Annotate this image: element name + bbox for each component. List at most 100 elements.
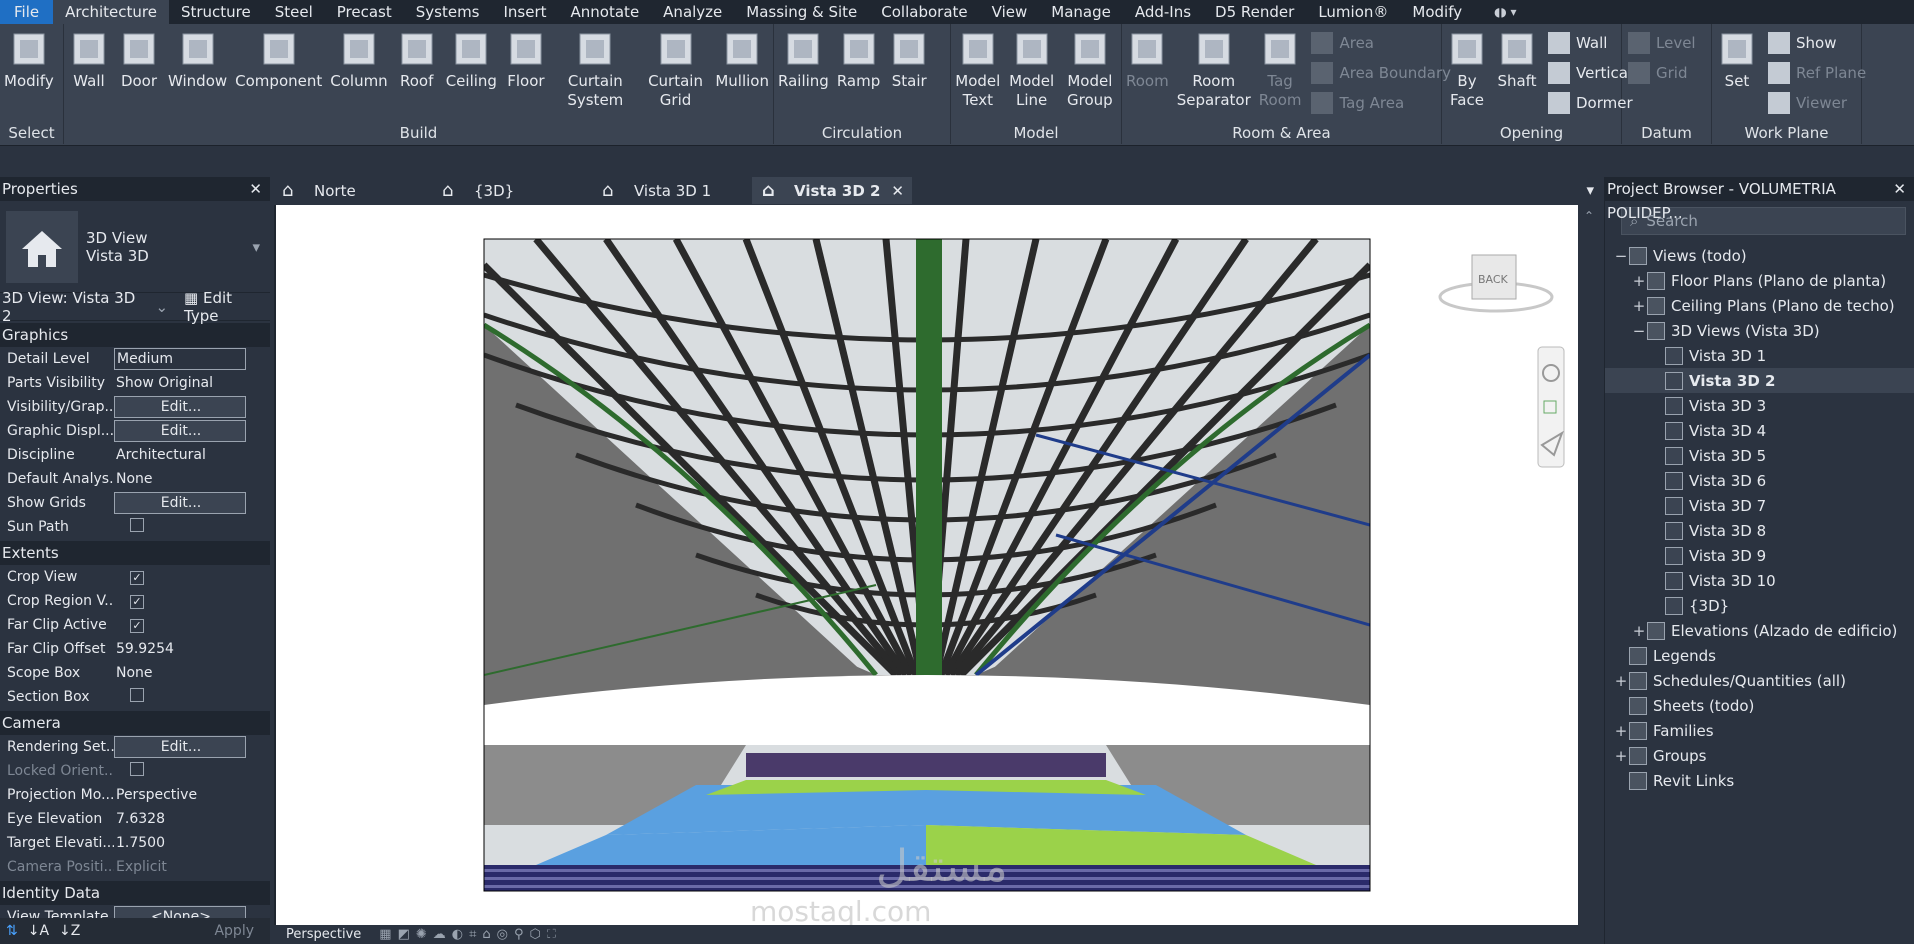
tool-component[interactable]: Component — [231, 28, 326, 110]
menu-tab-structure[interactable]: Structure — [169, 0, 263, 24]
drawing-canvas[interactable]: مستقل mostaql.com BACK — [274, 205, 1578, 928]
property-value[interactable]: Medium — [114, 348, 246, 370]
tree-item-floor-plans-plano-de-planta[interactable]: + Floor Plans (Plano de planta) — [1605, 268, 1914, 293]
tool-dormer[interactable]: Dormer — [1548, 88, 1633, 118]
expand-toggle-icon[interactable]: + — [1631, 272, 1647, 290]
tool-modify[interactable]: Modify — [0, 28, 58, 91]
close-icon[interactable]: ✕ — [249, 177, 262, 201]
tool-floor[interactable]: Floor — [501, 28, 551, 110]
tool-vertical[interactable]: Vertical — [1548, 58, 1633, 88]
expand-toggle-icon[interactable]: + — [1613, 722, 1629, 740]
search-input[interactable]: ⌕ Search — [1621, 207, 1906, 235]
menu-tab-steel[interactable]: Steel — [263, 0, 325, 24]
menu-tab-collaborate[interactable]: Collaborate — [869, 0, 979, 24]
section-graphics[interactable]: Graphics — [0, 323, 270, 347]
view-tab-vista-3d-2[interactable]: ⌂ Vista 3D 2 ✕ — [752, 177, 912, 204]
property-checkbox[interactable]: ✓ — [130, 571, 144, 585]
tool-roof[interactable]: Roof — [392, 28, 442, 110]
tree-item-families[interactable]: + Families — [1605, 718, 1914, 743]
tool-level[interactable]: Level — [1628, 28, 1696, 58]
tool-ceiling[interactable]: Ceiling — [442, 28, 501, 110]
tree-item-vista-3d-8[interactable]: Vista 3D 8 — [1605, 518, 1914, 543]
tool-ref-plane[interactable]: Ref Plane — [1768, 58, 1866, 88]
menu-tab-precast[interactable]: Precast — [325, 0, 404, 24]
menu-tab-annotate[interactable]: Annotate — [559, 0, 652, 24]
tree-item-vista-3d-10[interactable]: Vista 3D 10 — [1605, 568, 1914, 593]
tree-item-revit-links[interactable]: Revit Links — [1605, 768, 1914, 793]
tool-door[interactable]: Door — [114, 28, 164, 110]
tree-item-sheets-todo[interactable]: Sheets (todo) — [1605, 693, 1914, 718]
tool-show[interactable]: Show — [1768, 28, 1866, 58]
tool-ramp[interactable]: Ramp — [833, 28, 884, 91]
tool-window[interactable]: Window — [164, 28, 231, 110]
menu-tab-systems[interactable]: Systems — [404, 0, 492, 24]
tool-mullion[interactable]: Mullion — [711, 28, 773, 110]
property-checkbox[interactable]: ✓ — [130, 619, 144, 633]
view-controls-icons[interactable]: ▦◩✺☁◐⌗⌂◎⚲⬡⛶ — [379, 927, 562, 942]
chevron-down-icon[interactable]: ⌄ — [155, 298, 168, 316]
tool-curtain-system[interactable]: Curtain System — [551, 28, 640, 110]
tree-item-ceiling-plans-plano-de-techo[interactable]: + Ceiling Plans (Plano de techo) — [1605, 293, 1914, 318]
property-edit-button[interactable]: Edit... — [114, 492, 246, 514]
sort-az-icon[interactable]: ↓A — [28, 923, 49, 939]
property-edit-button[interactable]: Edit... — [114, 420, 246, 442]
menu-tab-file[interactable]: File — [0, 0, 54, 24]
tool-tag-room[interactable]: Tag Room — [1255, 28, 1306, 118]
property-checkbox[interactable] — [130, 518, 144, 532]
expand-toggle-icon[interactable]: + — [1631, 297, 1647, 315]
tree-item-vista-3d-6[interactable]: Vista 3D 6 — [1605, 468, 1914, 493]
section-identity-data[interactable]: Identity Data — [0, 881, 270, 905]
expand-toggle-icon[interactable]: + — [1613, 747, 1629, 765]
sort-icon[interactable]: ⇅ — [6, 923, 18, 939]
type-selector[interactable]: 3D View Vista 3D ▾ — [0, 201, 270, 293]
tree-item-legends[interactable]: Legends — [1605, 643, 1914, 668]
tree-item-3d[interactable]: {3D} — [1605, 593, 1914, 618]
expand-toggle-icon[interactable]: − — [1613, 247, 1629, 265]
menu-tab-manage[interactable]: Manage — [1039, 0, 1123, 24]
property-checkbox[interactable]: ✓ — [130, 595, 144, 609]
tool-model-line[interactable]: Model Line — [1005, 28, 1059, 110]
select-dropdown[interactable]: Select — [0, 122, 63, 144]
tree-item-vista-3d-7[interactable]: Vista 3D 7 — [1605, 493, 1914, 518]
tool-viewer[interactable]: Viewer — [1768, 88, 1866, 118]
tree-item-3d-views-vista-3d[interactable]: − 3D Views (Vista 3D) — [1605, 318, 1914, 343]
expand-toggle-icon[interactable]: + — [1613, 672, 1629, 690]
expand-toggle-icon[interactable]: − — [1631, 322, 1647, 340]
scroll-up-icon[interactable]: ⌃ — [1578, 209, 1600, 223]
tree-item-groups[interactable]: + Groups — [1605, 743, 1914, 768]
menu-tab-d5-render[interactable]: D5 Render — [1203, 0, 1306, 24]
tool-area-boundary[interactable]: Area Boundary — [1311, 58, 1451, 88]
menu-tab-analyze[interactable]: Analyze — [651, 0, 734, 24]
view-tab-norte[interactable]: ⌂ Norte — [272, 177, 432, 204]
tree-item-schedules-quantities-all[interactable]: + Schedules/Quantities (all) — [1605, 668, 1914, 693]
close-icon[interactable]: ✕ — [1893, 177, 1906, 201]
tabs-dropdown-icon[interactable]: ▾ — [1586, 177, 1594, 204]
tree-item-vista-3d-1[interactable]: Vista 3D 1 — [1605, 343, 1914, 368]
tree-item-vista-3d-2[interactable]: Vista 3D 2 — [1605, 368, 1914, 393]
tree-item-vista-3d-3[interactable]: Vista 3D 3 — [1605, 393, 1914, 418]
menu-tab-modify[interactable]: Modify — [1400, 0, 1474, 24]
tool-tag-area[interactable]: Tag Area — [1311, 88, 1451, 118]
property-edit-button[interactable]: Edit... — [114, 736, 246, 758]
property-checkbox[interactable] — [130, 688, 144, 702]
sort-za-icon[interactable]: ↓Z — [59, 923, 80, 939]
edit-type-button[interactable]: ▦ Edit Type — [184, 289, 270, 325]
tool-area[interactable]: Area — [1311, 28, 1451, 58]
tree-item-vista-3d-4[interactable]: Vista 3D 4 — [1605, 418, 1914, 443]
tool-by-face[interactable]: By Face — [1442, 28, 1492, 118]
tool-set[interactable]: Set — [1712, 28, 1762, 118]
view-tab-3d[interactable]: ⌂ {3D} — [432, 177, 592, 204]
tool-stair[interactable]: Stair — [884, 28, 934, 91]
tool-wall[interactable]: Wall — [64, 28, 114, 110]
menu-tab-add-ins[interactable]: Add-Ins — [1123, 0, 1203, 24]
tool-grid[interactable]: Grid — [1628, 58, 1696, 88]
tool-shaft[interactable]: Shaft — [1492, 28, 1542, 118]
tree-item-vista-3d-5[interactable]: Vista 3D 5 — [1605, 443, 1914, 468]
tool-curtain-grid[interactable]: Curtain Grid — [640, 28, 712, 110]
menu-tab-insert[interactable]: Insert — [492, 0, 559, 24]
section-camera[interactable]: Camera — [0, 711, 270, 735]
apply-button[interactable]: Apply — [214, 923, 254, 939]
menu-tab-architecture[interactable]: Architecture — [53, 0, 169, 24]
tree-item-elevations-alzado-de-edificio[interactable]: + Elevations (Alzado de edificio) — [1605, 618, 1914, 643]
viewcube[interactable]: BACK — [1438, 254, 1554, 313]
